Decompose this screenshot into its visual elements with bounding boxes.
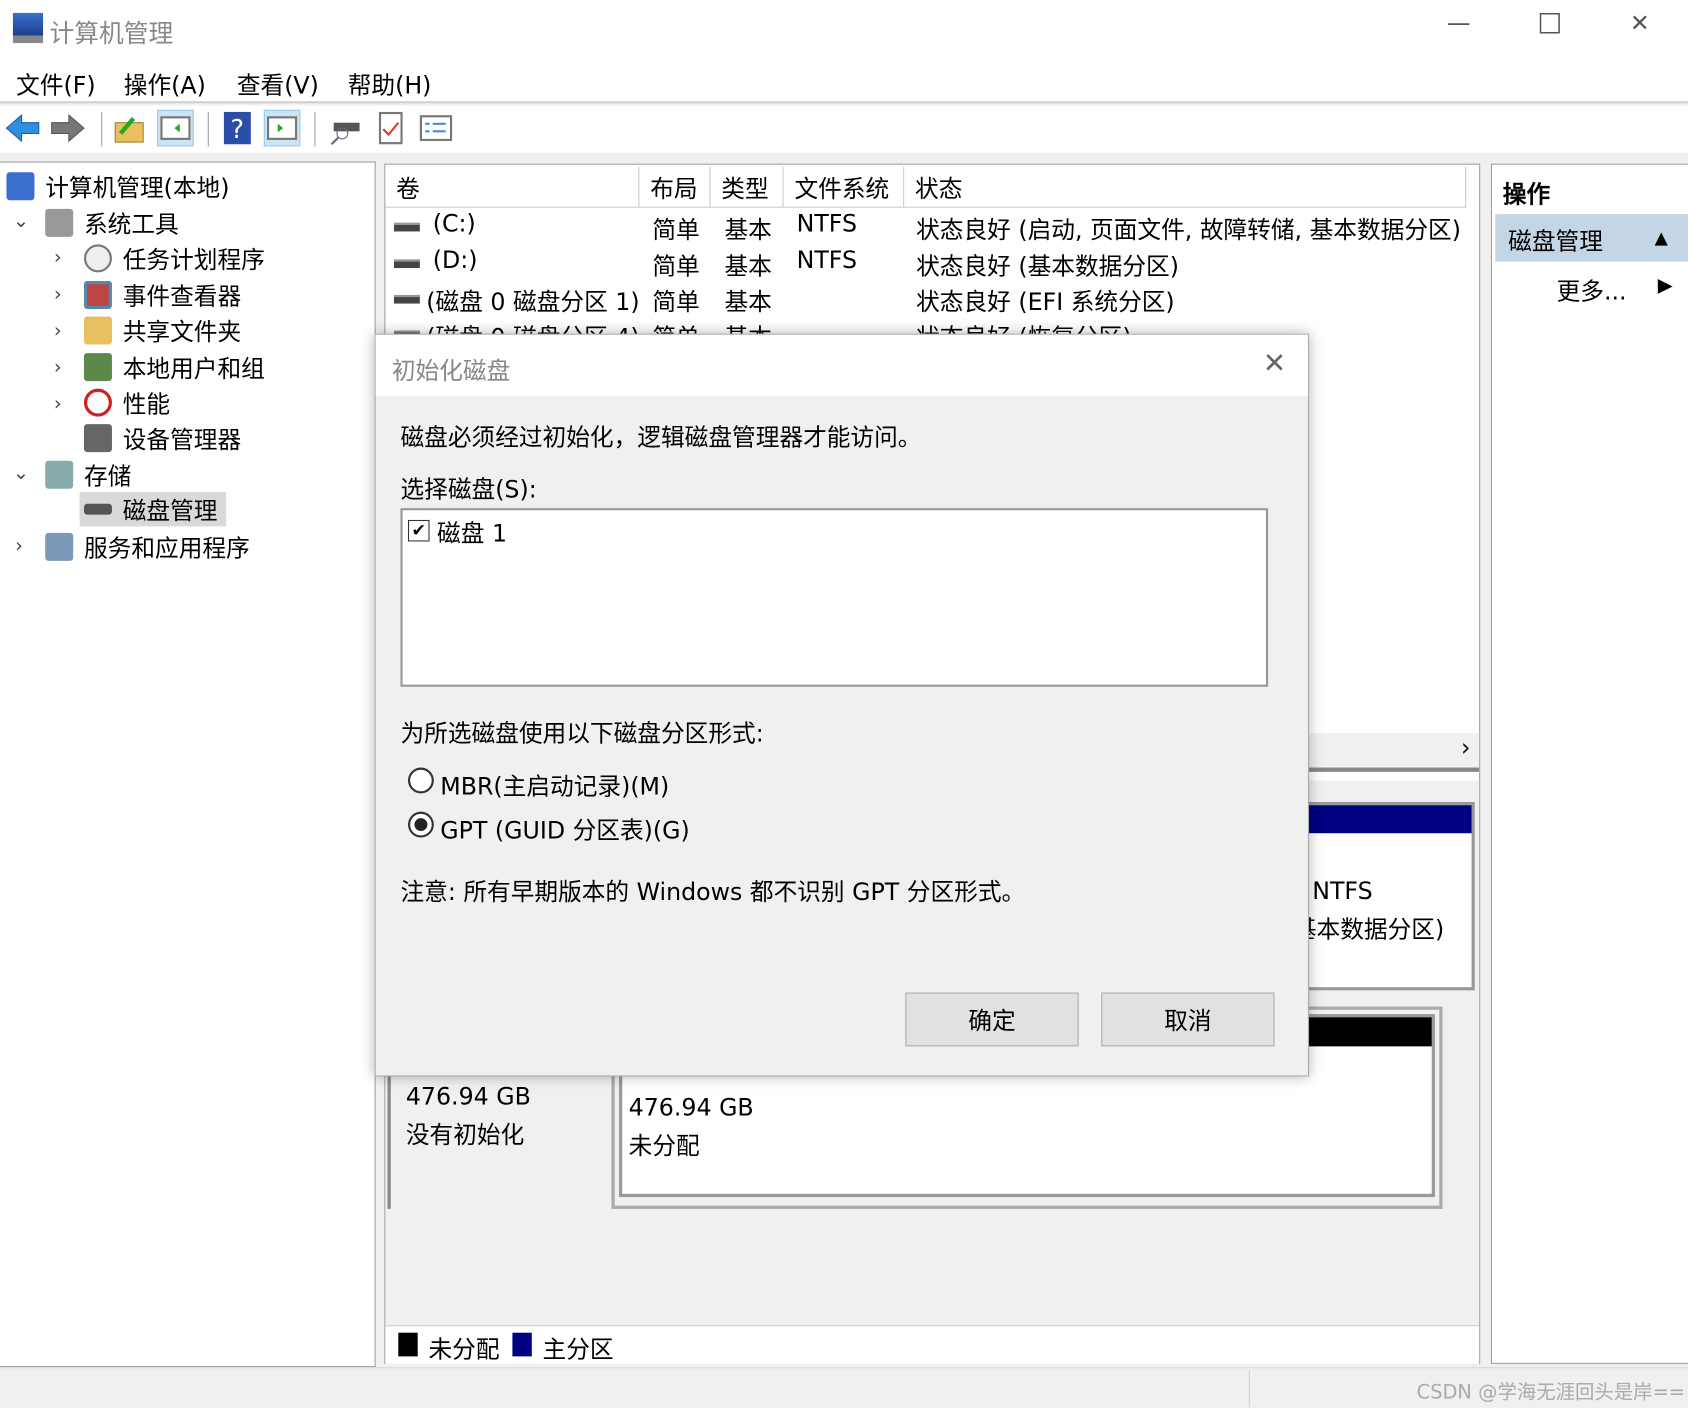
tree-item-services[interactable]: 服务和应用程序 <box>45 530 250 564</box>
volume-row[interactable]: (D:) 简单 基本 NTFS 状态良好 (基本数据分区) <box>385 244 1479 281</box>
navigation-tree: 计算机管理(本地) ⌄ 系统工具 › 任务计划程序 › 事件查看器 › 共享文件… <box>0 161 376 1368</box>
dialog-title-bar: 初始化磁盘 ✕ <box>375 334 1308 397</box>
maximize-button[interactable]: ☐ <box>1537 9 1562 41</box>
mbr-label[interactable]: MBR(主启动记录)(M) <box>440 768 669 802</box>
drive-icon <box>393 294 420 304</box>
watermark: CSDN @学海无涯回头是岸== <box>1416 1381 1685 1404</box>
expand-chevron-icon[interactable]: › <box>54 320 62 343</box>
volume-row[interactable]: (C:) 简单 基本 NTFS 状态良好 (启动, 页面文件, 故障转储, 基本数据分区… <box>385 208 1479 244</box>
mbr-radio[interactable] <box>407 767 434 794</box>
dialog-close-icon[interactable]: ✕ <box>1263 348 1286 380</box>
performance-icon <box>83 388 112 417</box>
scroll-right-icon[interactable]: › <box>1461 735 1470 762</box>
tree-item-performance[interactable]: 性能 <box>83 385 170 419</box>
menu-action[interactable]: 操作(A) <box>124 67 206 101</box>
initialize-disk-dialog: 初始化磁盘 ✕ 磁盘必须经过初始化，逻辑磁盘管理器才能访问。 选择磁盘(S): … <box>374 333 1310 1077</box>
gpt-radio[interactable] <box>407 811 434 838</box>
dialog-message: 磁盘必须经过初始化，逻辑磁盘管理器才能访问。 <box>400 425 922 453</box>
disk-list-item[interactable]: 磁盘 1 <box>437 515 507 549</box>
menu-view[interactable]: 查看(V) <box>237 67 319 101</box>
actions-header: 操作 <box>1502 175 1688 216</box>
shared-folder-icon <box>83 316 112 345</box>
collapse-triangle-icon: ▲ <box>1654 227 1668 248</box>
column-volume[interactable]: 卷 <box>385 166 640 208</box>
minimize-button[interactable]: — <box>1447 11 1471 38</box>
cancel-button[interactable]: 取消 <box>1101 992 1275 1047</box>
gpt-label[interactable]: GPT (GUID 分区表)(G) <box>440 812 689 846</box>
toolbar-separator <box>101 111 103 147</box>
disk-icon <box>83 503 112 515</box>
tree-item-task-scheduler[interactable]: 任务计划程序 <box>83 241 265 275</box>
window-title: 计算机管理 <box>49 20 174 49</box>
select-disk-label: 选择磁盘(S): <box>400 476 537 504</box>
disk-checkbox[interactable]: ✔ <box>407 519 430 542</box>
partition-style-label: 为所选磁盘使用以下磁盘分区形式: <box>400 721 764 749</box>
expand-chevron-icon[interactable]: › <box>15 535 23 558</box>
toolbar-separator <box>207 111 209 147</box>
column-filesystem[interactable]: 文件系统 <box>783 166 905 208</box>
gpt-note: 注意: 所有早期版本的 Windows 都不识别 GPT 分区形式。 <box>400 879 1026 907</box>
users-icon <box>83 353 112 382</box>
tree-item-shared-folders[interactable]: 共享文件夹 <box>83 313 241 347</box>
actions-more[interactable]: 更多... <box>1557 272 1627 306</box>
device-manager-icon <box>83 424 112 453</box>
close-button[interactable]: ✕ <box>1630 11 1650 38</box>
show-hide-action-pane-icon[interactable] <box>263 109 301 147</box>
event-viewer-icon <box>83 280 112 309</box>
check-document-icon[interactable] <box>372 110 409 147</box>
actions-pane: 操作 磁盘管理 ▲ 更多... ▶ <box>1490 163 1688 1364</box>
drive-icon <box>393 222 420 232</box>
expand-chevron-icon[interactable]: › <box>54 283 62 306</box>
services-icon <box>45 532 74 561</box>
clock-icon <box>83 244 112 273</box>
tree-item-disk-management[interactable]: 磁盘管理 <box>79 491 227 527</box>
column-status[interactable]: 状态 <box>904 166 1467 208</box>
show-hide-tree-icon[interactable] <box>157 109 194 147</box>
app-icon <box>12 12 44 44</box>
collapse-chevron-icon[interactable]: ⌄ <box>13 210 29 233</box>
volume-row[interactable]: (磁盘 0 磁盘分区 1) 简单 基本 状态良好 (EFI 系统分区) <box>385 280 1479 316</box>
svg-text:?: ? <box>230 115 244 145</box>
expand-chevron-icon[interactable]: › <box>54 247 62 270</box>
up-folder-icon[interactable] <box>112 110 149 147</box>
legend-label: 未分配 <box>428 1337 500 1364</box>
title-bar: 计算机管理 — ☐ ✕ <box>0 0 1688 56</box>
toolbar-separator <box>314 111 316 147</box>
disk-list[interactable]: ✔ 磁盘 1 <box>400 508 1269 687</box>
ok-button[interactable]: 确定 <box>905 992 1079 1047</box>
help-icon[interactable]: ? <box>220 110 257 147</box>
legend: 未分配 主分区 <box>385 1325 1480 1364</box>
back-icon[interactable] <box>4 110 41 147</box>
checklist-icon[interactable] <box>418 110 455 147</box>
computer-management-icon <box>6 172 35 201</box>
toolbar: ? <box>0 105 1688 153</box>
tree-item-storage[interactable]: 存储 <box>45 458 131 492</box>
legend-swatch-unallocated <box>398 1332 418 1357</box>
drive-icon <box>393 259 420 269</box>
expand-chevron-icon[interactable]: › <box>54 393 62 416</box>
tree-item-event-viewer[interactable]: 事件查看器 <box>83 278 241 312</box>
disk-search-icon[interactable] <box>327 110 364 147</box>
dialog-title: 初始化磁盘 <box>391 358 511 386</box>
legend-label: 主分区 <box>542 1337 614 1364</box>
tree-item-system-tools[interactable]: 系统工具 <box>45 206 179 240</box>
tree-item-root[interactable]: 计算机管理(本地) <box>6 169 229 203</box>
tree-item-local-users[interactable]: 本地用户和组 <box>83 350 265 384</box>
collapse-chevron-icon[interactable]: ⌄ <box>13 462 29 485</box>
legend-swatch-primary <box>512 1332 532 1357</box>
menu-file[interactable]: 文件(F) <box>16 67 95 101</box>
tree-item-device-manager[interactable]: 设备管理器 <box>83 421 241 455</box>
storage-icon <box>45 460 74 489</box>
column-type[interactable]: 类型 <box>710 166 784 208</box>
tools-icon <box>45 208 74 237</box>
disk0-partition[interactable]: NTFS 基本数据分区) <box>1289 801 1475 991</box>
status-bar: CSDN @学海无涯回头是岸== <box>0 1367 1688 1408</box>
actions-section-disk-management[interactable]: 磁盘管理 ▲ <box>1495 214 1688 262</box>
column-layout[interactable]: 布局 <box>639 166 711 208</box>
forward-icon[interactable] <box>50 110 87 147</box>
submenu-arrow-icon: ▶ <box>1657 274 1673 298</box>
menu-bar: 文件(F) 操作(A) 查看(V) 帮助(H) <box>0 55 1688 104</box>
menu-help[interactable]: 帮助(H) <box>348 67 432 101</box>
expand-chevron-icon[interactable]: › <box>54 356 62 379</box>
